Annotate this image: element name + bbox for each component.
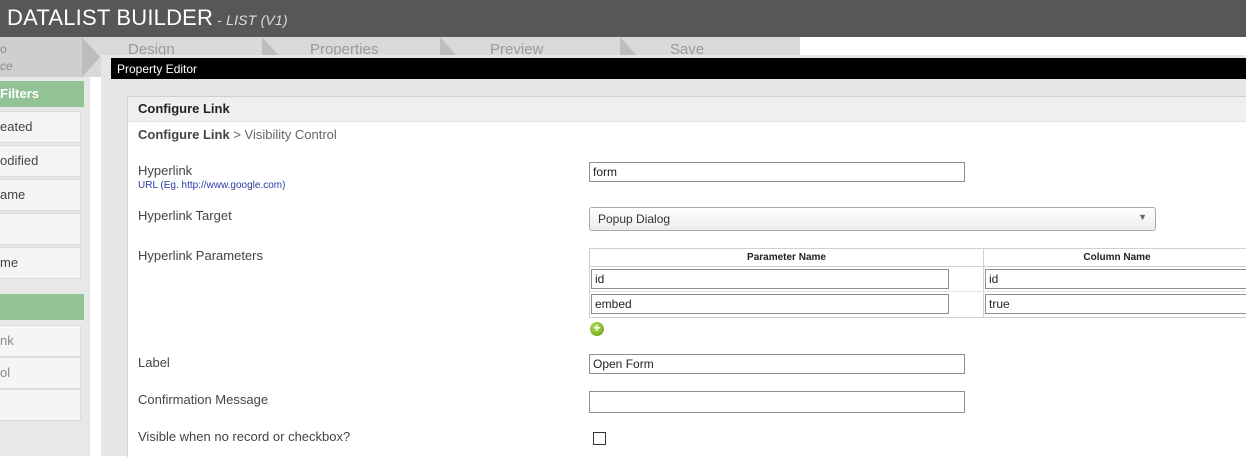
hyperlink-target-select[interactable]: Popup Dialog ▼: [589, 207, 1156, 231]
visible-no-record-checkbox[interactable]: [593, 432, 606, 445]
table-column-divider: [983, 249, 984, 317]
sidebar-filter-item[interactable]: ame: [0, 179, 81, 211]
step-source[interactable]: o ce: [0, 37, 82, 77]
add-circle-icon[interactable]: +: [590, 322, 604, 336]
sidebar-filter-item[interactable]: odified: [0, 145, 81, 177]
sidebar-filters-heading: Filters: [0, 81, 84, 107]
sidebar-filter-item[interactable]: eated: [0, 111, 81, 143]
sidebar-action-item[interactable]: [0, 389, 81, 421]
breadcrumb-current: Configure Link: [138, 127, 230, 142]
hyperlink-parameters-table: Parameter Name Column Name id id embed t…: [589, 248, 1246, 318]
sidebar-action-item[interactable]: nk: [0, 325, 81, 357]
column-name-header: Column Name: [984, 249, 1246, 267]
confirmation-message-input[interactable]: [589, 391, 965, 413]
sidebar-actions-heading: [0, 294, 84, 320]
hyperlink-hint: URL (Eg. http://www.google.com): [138, 180, 286, 191]
link-label-label: Label: [138, 355, 170, 370]
param-name-input[interactable]: id: [591, 269, 949, 289]
modal-title: Property Editor: [117, 62, 198, 76]
step-source-line2: ce: [0, 59, 13, 73]
hyperlink-label: Hyperlink: [138, 163, 193, 178]
table-row-divider: [590, 291, 1246, 292]
confirmation-message-label: Confirmation Message: [138, 392, 269, 407]
sidebar-action-item[interactable]: ol: [0, 357, 81, 389]
link-label-input[interactable]: Open Form: [589, 354, 965, 374]
app-subtitle: - LIST (V1): [217, 12, 288, 28]
chevron-down-icon: ▼: [1138, 212, 1147, 222]
app-title-text: DATALIST BUILDER: [7, 5, 214, 30]
sidebar-filter-item[interactable]: me: [0, 247, 81, 279]
hyperlink-target-label: Hyperlink Target: [138, 208, 232, 223]
sidebar-filter-item[interactable]: [0, 213, 81, 245]
property-editor-modal: Property Editor Configure Link Configure…: [101, 55, 1246, 457]
hyperlink-target-value: Popup Dialog: [598, 212, 671, 226]
param-name-header: Parameter Name: [590, 249, 983, 267]
column-name-input[interactable]: id: [985, 269, 1246, 289]
breadcrumb-separator: >: [229, 127, 245, 142]
panel-title: Configure Link: [138, 101, 230, 116]
breadcrumb-next[interactable]: Visibility Control: [245, 127, 337, 142]
hyperlink-input[interactable]: form: [589, 162, 965, 182]
column-name-input[interactable]: true: [985, 294, 1246, 314]
param-name-input[interactable]: embed: [591, 294, 949, 314]
visible-no-record-label: Visible when no record or checkbox?: [138, 429, 351, 444]
breadcrumb: Configure Link > Visibility Control: [138, 127, 337, 142]
app-title: DATALIST BUILDER - LIST (V1): [7, 5, 288, 31]
step-separator-icon: [82, 37, 100, 77]
step-source-line1: o: [0, 42, 7, 56]
modal-titlebar[interactable]: Property Editor: [111, 58, 1246, 79]
hyperlink-parameters-label: Hyperlink Parameters: [138, 248, 263, 263]
panel-header: Configure Link: [128, 97, 1246, 122]
sidebar: Filters eated odified ame me nk ol: [0, 77, 90, 456]
app-header: DATALIST BUILDER - LIST (V1): [0, 0, 1246, 37]
configure-link-panel: Configure Link Configure Link > Visibili…: [127, 96, 1246, 457]
